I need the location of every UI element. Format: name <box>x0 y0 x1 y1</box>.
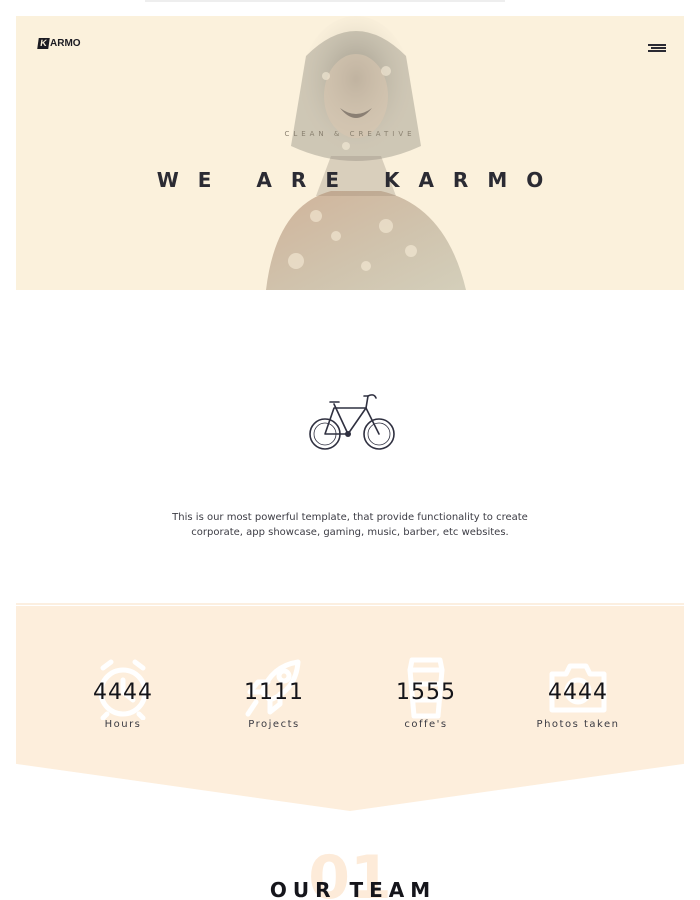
stat-value: 4444 <box>548 680 608 705</box>
logo-text: ARMO <box>50 38 81 49</box>
divider <box>16 603 684 605</box>
stat-label: coffe's <box>404 719 448 730</box>
stats-section: 4444 Hours 1111 Projects 1555 coffe's 44… <box>16 606 684 811</box>
team-section-title: OUR TEAM <box>269 878 437 900</box>
stat-photos: 4444 Photos taken <box>498 656 658 736</box>
hero-portrait-image <box>266 16 466 290</box>
hamburger-menu-icon[interactable] <box>648 42 668 56</box>
intro-description: This is our most powerful template, that… <box>172 512 528 538</box>
stat-value: 1111 <box>244 680 304 705</box>
stat-label: Photos taken <box>536 719 620 730</box>
hero-section: K ARMO CLEAN & CREATIVE WE ARE KARMO <box>16 16 684 290</box>
stat-value: 1555 <box>396 680 456 705</box>
logo-mark: K <box>37 38 50 49</box>
top-scroll-indicator <box>145 0 505 2</box>
stat-hours: 4444 Hours <box>43 656 203 736</box>
site-logo[interactable]: K ARMO <box>37 38 81 49</box>
stat-label: Projects <box>248 719 300 730</box>
stat-coffees: 1555 coffe's <box>346 656 506 736</box>
bicycle-icon <box>309 394 395 450</box>
hero-subtitle: CLEAN & CREATIVE <box>284 130 416 138</box>
stat-value: 4444 <box>93 680 153 705</box>
stat-projects: 1111 Projects <box>194 656 354 736</box>
stat-label: Hours <box>104 719 142 730</box>
hero-title: WE ARE KARMO <box>156 168 563 192</box>
